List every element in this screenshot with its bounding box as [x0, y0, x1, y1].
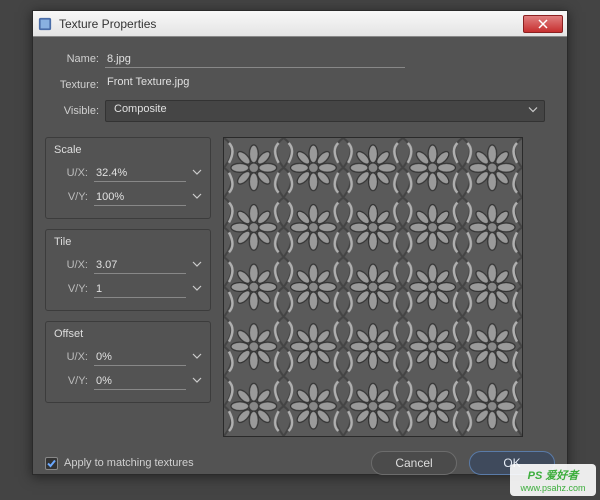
- texture-properties-dialog: Texture Properties Name: Texture: Front …: [32, 10, 568, 475]
- visible-select[interactable]: Composite: [105, 100, 545, 122]
- texture-value: Front Texture.jpg: [105, 76, 405, 94]
- offset-vy-label: V/Y:: [54, 375, 88, 387]
- scale-title: Scale: [54, 144, 202, 156]
- chevron-down-icon[interactable]: [192, 375, 202, 388]
- visible-select-value: Composite: [114, 103, 167, 115]
- tile-vy-field[interactable]: [94, 280, 186, 298]
- close-button[interactable]: [523, 15, 563, 33]
- scale-group: Scale U/X: V/Y:: [45, 137, 211, 219]
- chevron-down-icon[interactable]: [192, 259, 202, 272]
- bottom-row: Apply to matching textures Cancel OK: [33, 445, 567, 485]
- dialog-title: Texture Properties: [59, 17, 523, 31]
- visible-label: Visible:: [45, 105, 99, 117]
- apply-checkbox[interactable]: [45, 457, 58, 470]
- watermark-title: PS 爱好者: [528, 467, 579, 483]
- scale-vy-label: V/Y:: [54, 191, 88, 203]
- chevron-down-icon[interactable]: [192, 191, 202, 204]
- offset-title: Offset: [54, 328, 202, 340]
- name-field[interactable]: [105, 50, 405, 68]
- offset-ux-field[interactable]: [94, 348, 186, 366]
- scale-ux-field[interactable]: [94, 164, 186, 182]
- cancel-button[interactable]: Cancel: [371, 451, 457, 475]
- tile-title: Tile: [54, 236, 202, 248]
- chevron-down-icon[interactable]: [192, 283, 202, 296]
- chevron-down-icon[interactable]: [192, 351, 202, 364]
- watermark-url: www.psahz.com: [520, 483, 585, 493]
- texture-label: Texture:: [45, 79, 99, 91]
- mid-row: Scale U/X: V/Y: Tile U/X:: [33, 133, 567, 445]
- scale-vy-field[interactable]: [94, 188, 186, 206]
- offset-ux-label: U/X:: [54, 351, 88, 363]
- form-area: Name: Texture: Front Texture.jpg Visible…: [33, 37, 567, 133]
- offset-group: Offset U/X: V/Y:: [45, 321, 211, 403]
- scale-ux-label: U/X:: [54, 167, 88, 179]
- app-icon: [37, 16, 53, 32]
- tile-group: Tile U/X: V/Y:: [45, 229, 211, 311]
- cancel-button-label: Cancel: [395, 456, 432, 470]
- name-label: Name:: [45, 53, 99, 65]
- watermark: PS 爱好者 www.psahz.com: [510, 464, 596, 496]
- titlebar: Texture Properties: [33, 11, 567, 37]
- chevron-down-icon[interactable]: [192, 167, 202, 180]
- offset-vy-field[interactable]: [94, 372, 186, 390]
- tile-vy-label: V/Y:: [54, 283, 88, 295]
- apply-checkbox-wrap[interactable]: Apply to matching textures: [45, 457, 359, 470]
- texture-preview: [223, 137, 523, 437]
- apply-label: Apply to matching textures: [64, 457, 194, 469]
- chevron-down-icon: [528, 105, 538, 118]
- left-column: Scale U/X: V/Y: Tile U/X:: [45, 137, 211, 437]
- tile-ux-field[interactable]: [94, 256, 186, 274]
- tile-ux-label: U/X:: [54, 259, 88, 271]
